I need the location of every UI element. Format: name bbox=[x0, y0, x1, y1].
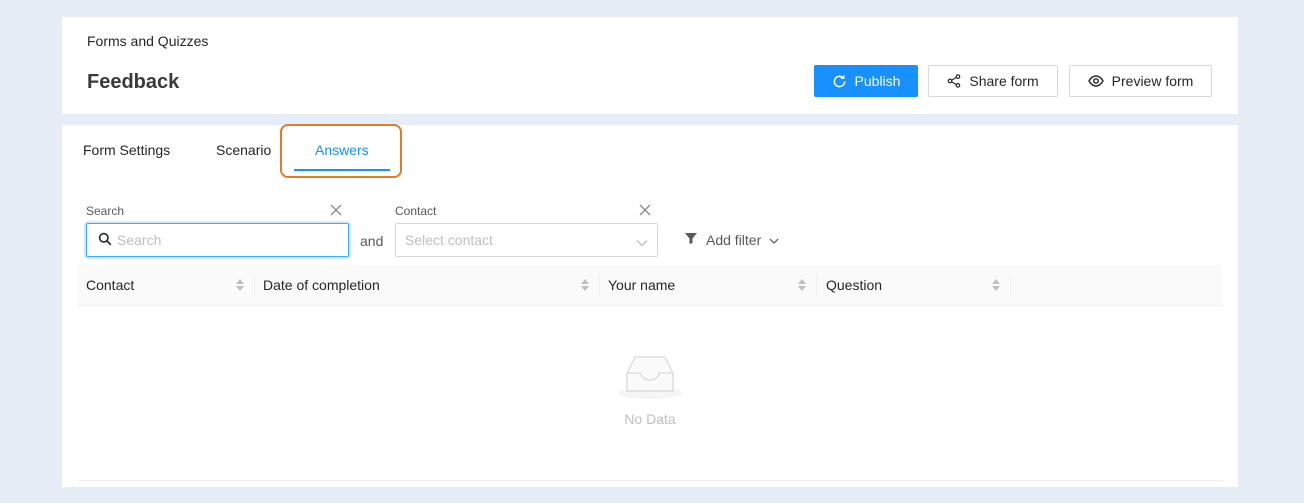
tab-form-settings[interactable]: Form Settings bbox=[83, 142, 170, 158]
search-icon bbox=[98, 232, 112, 249]
search-input[interactable] bbox=[117, 224, 337, 256]
chevron-down-icon bbox=[636, 235, 648, 251]
search-field-label: Search bbox=[86, 204, 125, 218]
add-filter-label: Add filter bbox=[706, 231, 762, 248]
tab-answers[interactable]: Answers bbox=[315, 142, 369, 158]
eye-icon bbox=[1087, 74, 1104, 88]
column-divider bbox=[254, 274, 255, 296]
column-header-your-name[interactable]: Your name bbox=[608, 265, 675, 305]
preview-form-label: Preview form bbox=[1111, 73, 1194, 89]
contact-select[interactable]: Select contact bbox=[395, 223, 658, 257]
publish-label: Publish bbox=[854, 73, 901, 89]
active-tab-indicator bbox=[294, 169, 390, 171]
sort-icon[interactable] bbox=[991, 278, 1001, 292]
table-divider bbox=[78, 480, 1222, 481]
filter-conjunction: and bbox=[360, 233, 384, 249]
column-header-date[interactable]: Date of completion bbox=[263, 265, 380, 305]
refresh-icon bbox=[832, 74, 847, 89]
clear-contact-icon[interactable] bbox=[638, 203, 652, 217]
share-form-label: Share form bbox=[969, 73, 1039, 89]
tab-scenario[interactable]: Scenario bbox=[216, 142, 271, 158]
sort-icon[interactable] bbox=[797, 278, 807, 292]
sort-icon[interactable] bbox=[235, 278, 245, 292]
contact-select-placeholder: Select contact bbox=[405, 232, 493, 248]
filter-icon bbox=[684, 231, 698, 248]
clear-search-icon[interactable] bbox=[329, 203, 343, 217]
empty-state-text: No Data bbox=[624, 411, 676, 427]
empty-inbox-icon bbox=[617, 356, 683, 405]
column-header-question[interactable]: Question bbox=[826, 265, 882, 305]
tab-bar: Form Settings Scenario Answers bbox=[62, 124, 1238, 185]
header-card: Forms and Quizzes Feedback Publish Share… bbox=[62, 17, 1238, 114]
table-header: Contact Date of completion Your name Que… bbox=[78, 265, 1222, 306]
share-icon bbox=[947, 74, 961, 88]
preview-form-button[interactable]: Preview form bbox=[1069, 65, 1212, 97]
share-form-button[interactable]: Share form bbox=[928, 65, 1058, 97]
publish-button[interactable]: Publish bbox=[814, 65, 918, 97]
sort-icon[interactable] bbox=[580, 278, 590, 292]
contact-field-label: Contact bbox=[395, 204, 437, 218]
breadcrumb[interactable]: Forms and Quizzes bbox=[87, 33, 208, 49]
column-divider bbox=[599, 274, 600, 296]
column-header-contact[interactable]: Contact bbox=[86, 265, 134, 305]
chevron-down-icon bbox=[769, 232, 779, 248]
empty-state: No Data bbox=[602, 355, 698, 427]
main-card: Form Settings Scenario Answers Search an… bbox=[62, 124, 1238, 487]
column-divider bbox=[816, 274, 817, 296]
column-divider bbox=[1010, 274, 1011, 296]
add-filter-button[interactable]: Add filter bbox=[684, 231, 779, 248]
search-input-wrapper bbox=[86, 223, 349, 257]
page-title: Feedback bbox=[87, 71, 180, 93]
